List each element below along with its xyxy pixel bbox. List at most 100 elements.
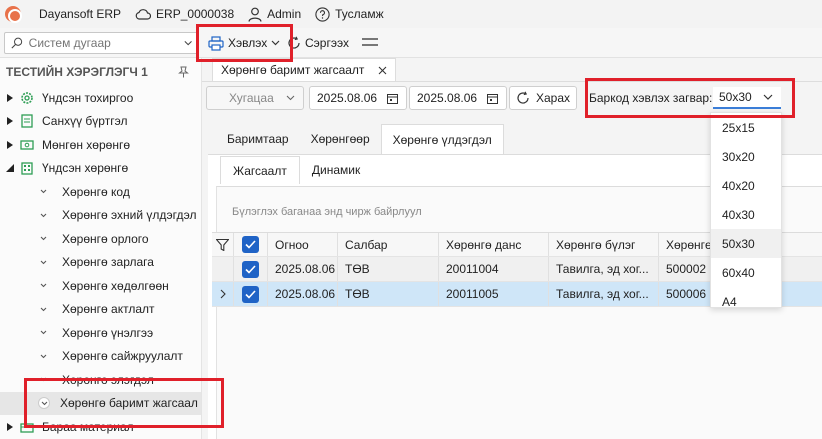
- checkbox-checked-icon: [242, 236, 259, 253]
- chevron-down-icon[interactable]: [184, 40, 192, 46]
- sidebar-subitem-asset-document-list[interactable]: Хөрөнгө баримт жагсаал: [0, 391, 201, 415]
- expand-arrow-icon[interactable]: [5, 422, 15, 431]
- user-icon: [248, 7, 262, 22]
- column-header-asset-account[interactable]: Хөрөнгө данс: [439, 233, 549, 256]
- sidebar-subitem-asset-valuation[interactable]: Хөрөнгө үнэлгээ: [0, 321, 201, 345]
- dropdown-option[interactable]: 30x20: [711, 142, 781, 171]
- print-button[interactable]: Хэвлэх: [205, 32, 283, 54]
- date-from-field[interactable]: 2025.08.06: [309, 86, 407, 110]
- cell-branch: ТӨВ: [338, 282, 439, 306]
- main-toolbar: Хэвлэх Сэргээх: [0, 28, 822, 58]
- sidebar-subitem-asset-code[interactable]: Хөрөнгө код: [0, 180, 201, 204]
- tab-by-document[interactable]: Баримтаар: [216, 124, 300, 154]
- cell-asset-account: 20011005: [439, 282, 549, 306]
- refresh-button[interactable]: Сэргээх: [287, 32, 349, 54]
- sidebar-item-label: Мөнгөн хөрөнгө: [42, 137, 131, 152]
- sidebar-item-inventory[interactable]: Бараа материал: [0, 415, 201, 439]
- sidebar-item-label: Санхүү бүртгэл: [42, 114, 128, 129]
- app-name: Dayansoft ERP: [39, 7, 122, 21]
- cell-branch: ТӨВ: [338, 257, 439, 281]
- ledger-icon: [20, 114, 34, 128]
- checkbox-checked-icon: [242, 285, 259, 303]
- period-type-placeholder: Хугацаа: [229, 91, 274, 105]
- group-by-area[interactable]: Бүлэглэх баганаа энд чирж байрлуул: [232, 206, 422, 218]
- sidebar-subitem-asset-improvement[interactable]: Хөрөнгө сайжруулалт: [0, 345, 201, 369]
- filter-icon[interactable]: [212, 233, 234, 256]
- dropdown-option[interactable]: 40x30: [711, 200, 781, 229]
- collapse-arrow-icon[interactable]: [5, 164, 15, 173]
- sidebar-subitem-label: Хөрөнгө үнэлгээ: [62, 325, 154, 340]
- sidebar-subitem-label: Хөрөнгө сайжруулалт: [62, 349, 183, 364]
- sidebar-subitem-opening-balance[interactable]: Хөрөнгө эхний үлдэгдэл: [0, 204, 201, 228]
- dropdown-option[interactable]: 40x20: [711, 171, 781, 200]
- barcode-template-dropdown: 25x15 30x20 40x20 40x30 50x30 60x40 A4: [710, 112, 782, 309]
- dropdown-option-selected[interactable]: 50x30: [711, 229, 781, 258]
- sidebar-subitem-asset-movement[interactable]: Хөрөнгө хөдөлгөөн: [0, 274, 201, 298]
- sidebar-subitem-asset-expense[interactable]: Хөрөнгө зарлага: [0, 251, 201, 275]
- close-icon[interactable]: [378, 66, 387, 75]
- tab-list[interactable]: Жагсаалт: [220, 156, 300, 184]
- user-menu[interactable]: Admin: [248, 7, 301, 22]
- calendar-icon[interactable]: [387, 93, 399, 104]
- title-bar: Dayansoft ERP ERP_0000038 Admin Тусламж: [0, 0, 822, 28]
- sidebar-title: ТЕСТИЙН ХЭРЭГЛЭГЧ 1: [0, 58, 201, 86]
- cell-asset-group: Тавилга, эд хог...: [549, 282, 659, 306]
- search-box[interactable]: [4, 32, 199, 54]
- sidebar-subitem-label: Хөрөнгө зарлага: [62, 255, 154, 270]
- period-type-combo[interactable]: Хугацаа: [206, 86, 304, 110]
- chevron-down-icon: [40, 283, 50, 288]
- sidebar: ТЕСТИЙН ХЭРЭГЛЭГЧ 1 Үндсэн тохиргоо Санх…: [0, 58, 202, 439]
- sidebar-item-finance[interactable]: Санхүү бүртгэл: [0, 110, 201, 134]
- search-input[interactable]: [28, 36, 184, 50]
- row-checkbox[interactable]: [234, 257, 268, 281]
- date-to-field[interactable]: 2025.08.06: [409, 86, 507, 110]
- sidebar-item-cash[interactable]: Мөнгөн хөрөнгө: [0, 133, 201, 157]
- pin-icon[interactable]: [178, 66, 189, 78]
- help-icon: [315, 6, 330, 22]
- tab-divider: [202, 81, 822, 82]
- chevron-down-icon: [40, 260, 50, 265]
- dropdown-option[interactable]: 25x15: [711, 113, 781, 142]
- barcode-template-value: 50x30: [719, 90, 752, 104]
- expand-arrow-icon[interactable]: [5, 93, 15, 102]
- sidebar-subitem-label: Хөрөнгө баримт жагсаал: [60, 396, 198, 411]
- sidebar-subitem-label: Хөрөнгө актлалт: [62, 302, 155, 317]
- dropdown-option[interactable]: A4: [711, 287, 781, 316]
- chevron-down-icon: [40, 213, 50, 218]
- column-header-asset-group[interactable]: Хөрөнгө бүлэг: [549, 233, 659, 256]
- select-all-checkbox[interactable]: [234, 233, 268, 256]
- document-tab[interactable]: Хөрөнгө баримт жагсаалт: [212, 58, 397, 81]
- column-header-date[interactable]: Огноо: [268, 233, 338, 256]
- expand-arrow-icon[interactable]: [5, 117, 15, 126]
- settings-icon: [20, 91, 34, 105]
- calendar-icon[interactable]: [487, 93, 499, 104]
- sidebar-subitem-label: Хөрөнгө хөдөлгөөн: [62, 278, 169, 293]
- chevron-down-icon: [763, 94, 773, 100]
- menu-icon[interactable]: [362, 38, 378, 46]
- help-button[interactable]: Тусламж: [315, 6, 384, 22]
- sidebar-subitem-asset-writeoff[interactable]: Хөрөнгө актлалт: [0, 298, 201, 322]
- sidebar-item-settings[interactable]: Үндсэн тохиргоо: [0, 86, 201, 110]
- barcode-template-select[interactable]: 50x30: [713, 87, 781, 109]
- expand-arrow-icon[interactable]: [5, 140, 15, 149]
- refresh-label: Сэргээх: [305, 36, 349, 50]
- tab-by-asset[interactable]: Хөрөнгөөр: [300, 124, 381, 154]
- column-header-asset-code[interactable]: Хөрөнгө: [659, 233, 717, 256]
- view-tabs: Жагсаалт Динамик: [220, 156, 372, 186]
- dropdown-option[interactable]: 60x40: [711, 258, 781, 287]
- sidebar-subitem-asset-depreciation[interactable]: Хөрөнгө элэгдэл: [0, 368, 201, 392]
- inventory-icon: [20, 420, 34, 434]
- column-header-branch[interactable]: Салбар: [338, 233, 439, 256]
- search-icon: [11, 37, 23, 49]
- refresh-icon: [288, 36, 300, 49]
- view-button[interactable]: Харах: [509, 86, 577, 110]
- tab-dynamic[interactable]: Динамик: [300, 156, 372, 184]
- app-logo-icon: [5, 6, 22, 23]
- database-selector[interactable]: ERP_0000038: [135, 7, 234, 21]
- sidebar-item-fixed-assets[interactable]: Үндсэн хөрөнгө: [0, 157, 201, 181]
- print-label: Хэвлэх: [228, 36, 268, 50]
- cell-asset-code: 500002: [659, 257, 717, 281]
- sidebar-subitem-asset-income[interactable]: Хөрөнгө орлого: [0, 227, 201, 251]
- tab-asset-balance[interactable]: Хөрөнгө үлдэгдэл: [380, 124, 504, 154]
- row-checkbox[interactable]: [234, 282, 268, 306]
